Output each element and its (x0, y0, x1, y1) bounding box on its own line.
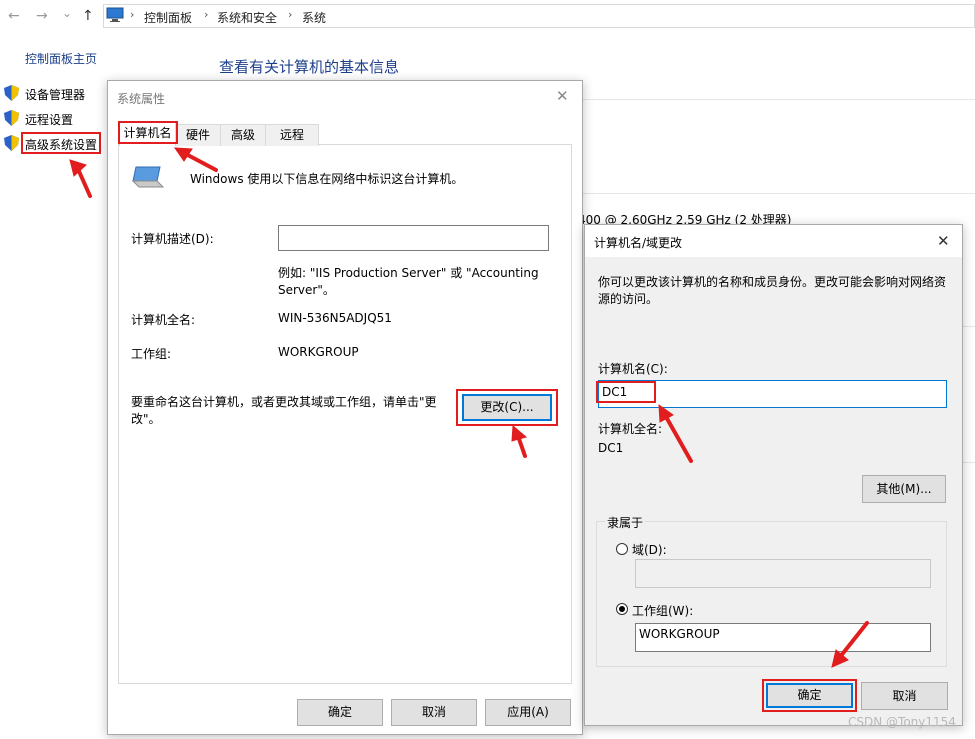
annotation-arrow (182, 151, 218, 172)
annotation-arrows (69, 147, 869, 668)
watermark: CSDN @Tony1154 (848, 715, 956, 729)
annotation-arrow (663, 413, 693, 463)
annotation-arrow-head (511, 424, 528, 442)
annotation-arrow (838, 621, 869, 659)
annotation-arrow (76, 167, 92, 198)
